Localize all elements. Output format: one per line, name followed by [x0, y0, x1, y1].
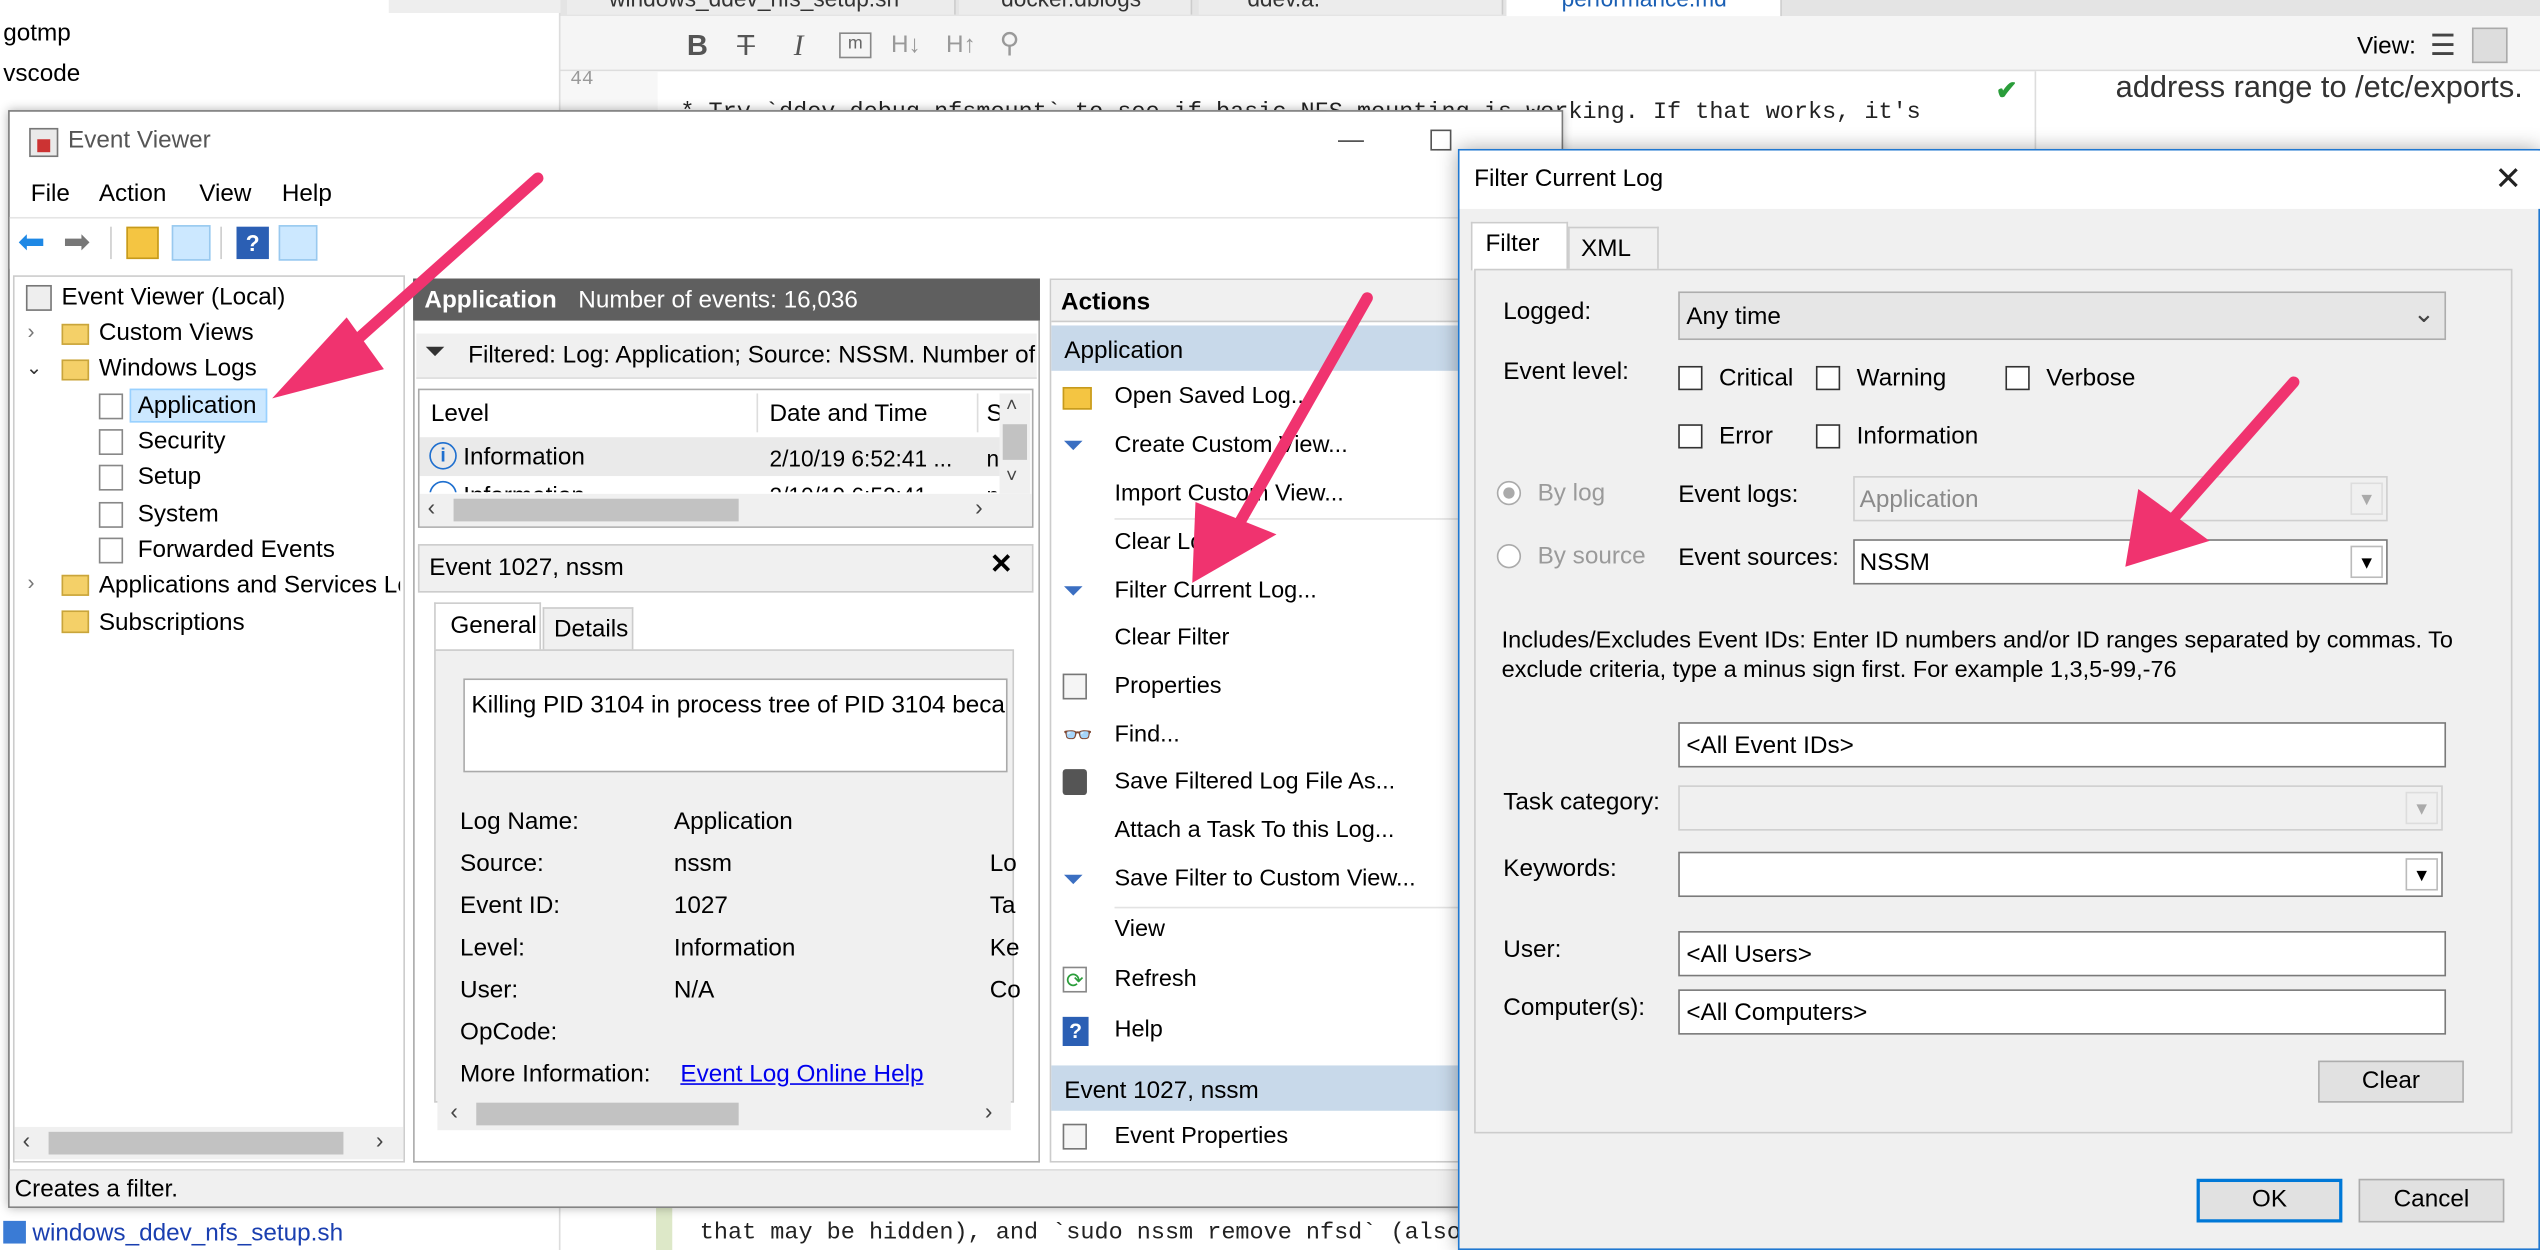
annotation-arrows	[272, 172, 2300, 583]
arrow-to-application	[272, 172, 544, 399]
arrow-to-event-sources	[2125, 376, 2300, 567]
arrow-to-filter-current-log	[1192, 292, 1373, 583]
